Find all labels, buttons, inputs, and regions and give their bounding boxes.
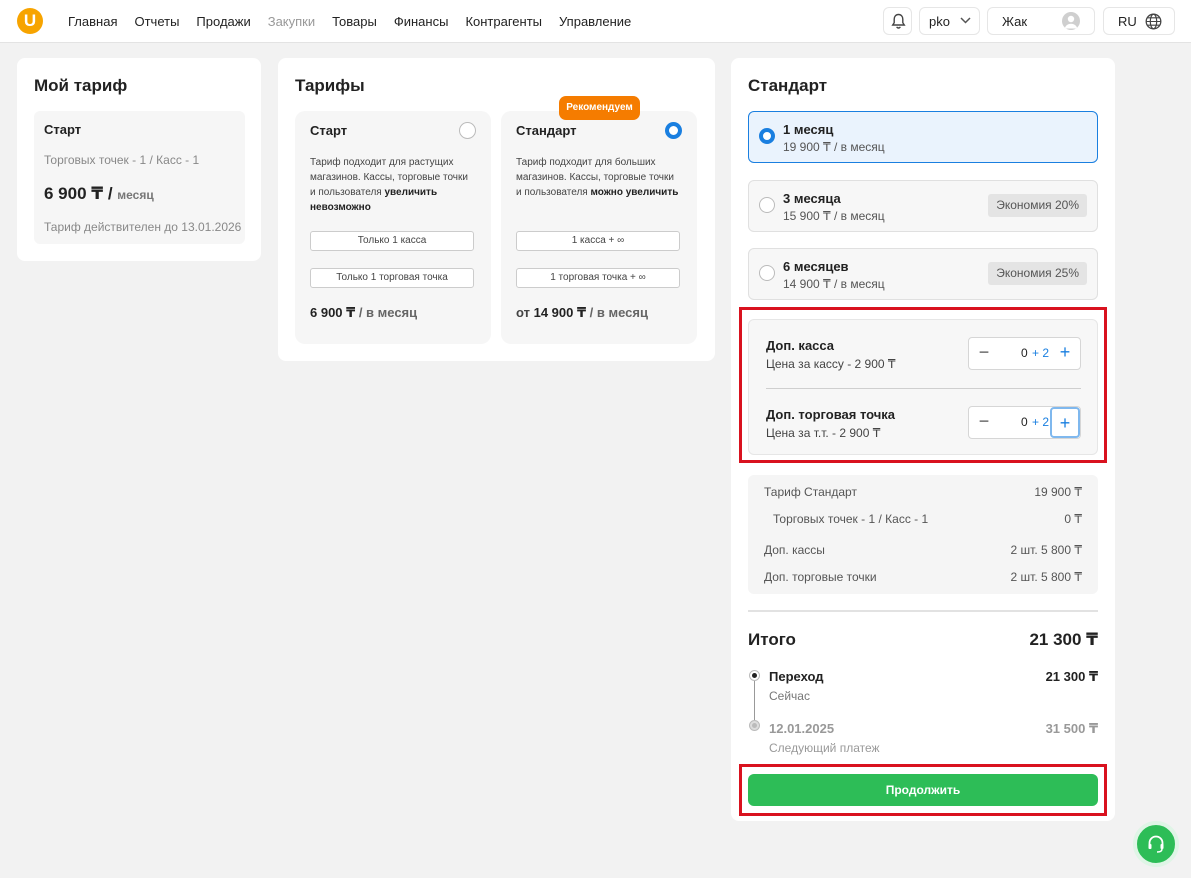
decrement-button[interactable]: − <box>969 338 999 369</box>
nav-item-finance[interactable]: Финансы <box>394 14 449 29</box>
tariff-option-start[interactable]: Старт Тариф подходит для растущих магази… <box>295 111 491 344</box>
tariff-radio-standard[interactable] <box>665 122 682 139</box>
addon-title: Доп. торговая точка <box>766 407 896 422</box>
addon-price: Цена за т.т. - 2 900 ₸ <box>766 426 881 440</box>
user-menu[interactable]: Жак <box>987 7 1095 35</box>
nav-item-sales[interactable]: Продажи <box>196 14 250 29</box>
current-tariff-box: Старт Торговых точек - 1 / Касс - 1 6 90… <box>34 111 245 244</box>
stepper-delta: + 2 <box>1032 346 1050 360</box>
period-option-1-month[interactable]: 1 месяц 19 900 ₸ / в месяц <box>748 111 1098 163</box>
current-tariff-valid-until: Тариф действителен до 13.01.2026 <box>44 220 242 234</box>
language-code: RU <box>1118 14 1137 29</box>
summary-row: Тариф Стандарт 19 900 ₸ <box>764 485 1082 499</box>
timeline-dot-active <box>749 670 760 681</box>
my-tariff-card: Мой тариф Старт Торговых точек - 1 / Кас… <box>17 58 261 261</box>
summary-row: Доп. торговые точки 2 шт. 5 800 ₸ <box>764 570 1082 584</box>
headset-icon <box>1148 835 1164 853</box>
current-tariff-points: Торговых точек - 1 / Касс - 1 <box>44 153 200 167</box>
decrement-button[interactable]: − <box>969 407 999 438</box>
chevron-down-icon <box>960 17 971 24</box>
bell-icon <box>891 13 906 29</box>
timeline-dot-future <box>749 720 760 731</box>
tariff-description: Тариф подходит для растущих магазинов. К… <box>310 157 468 213</box>
standard-panel: Стандарт 1 месяц 19 900 ₸ / в месяц 3 ме… <box>731 58 1115 821</box>
period-price: 14 900 ₸ / в месяц <box>783 277 885 291</box>
nav-item-purchases: Закупки <box>267 14 316 29</box>
nav-item-counterparties[interactable]: Контрагенты <box>465 14 542 29</box>
nav-item-products[interactable]: Товары <box>332 14 377 29</box>
increment-button[interactable]: + <box>1050 407 1080 438</box>
tariffs-title: Тарифы <box>295 76 365 95</box>
summary-row: Торговых точек - 1 / Касс - 10 ₸ <box>773 512 1082 526</box>
total-row: Итого 21 300 ₸ <box>748 630 1098 650</box>
timeline-subtitle: Следующий платеж <box>769 741 880 755</box>
tariff-feature-chip: Только 1 касса <box>310 231 474 251</box>
stepper-value: 0 <box>1021 415 1028 429</box>
store-quantity-stepper: − 0 + 2 + <box>968 406 1081 439</box>
discount-badge: Экономия 20% <box>988 194 1087 217</box>
period-title: 1 месяц <box>783 122 834 137</box>
language-select[interactable]: RU <box>1103 7 1175 35</box>
divider <box>748 610 1098 612</box>
timeline-amount: 21 300 ₸ <box>1045 669 1098 684</box>
user-avatar-icon <box>1062 12 1080 30</box>
stepper-value: 0 <box>1021 346 1028 360</box>
current-tariff-name: Старт <box>44 122 82 137</box>
tariff-feature-chip: Только 1 торговая точка <box>310 268 474 288</box>
addon-price: Цена за кассу - 2 900 ₸ <box>766 357 896 371</box>
main-nav: Главная Отчеты Продажи Закупки Товары Фи… <box>68 14 648 29</box>
addons-box: Доп. касса Цена за кассу - 2 900 ₸ − 0 +… <box>748 319 1098 455</box>
divider <box>766 388 1081 389</box>
tariff-name: Стандарт <box>516 123 577 138</box>
tariffs-card: Тарифы Старт Тариф подходит для растущих… <box>278 58 715 361</box>
period-radio[interactable] <box>759 128 775 144</box>
app-logo[interactable]: U <box>17 8 43 34</box>
timeline-subtitle: Сейчас <box>769 689 810 703</box>
period-title: 6 месяцев <box>783 259 849 274</box>
tariff-radio-start[interactable] <box>459 122 476 139</box>
timeline-title: 12.01.2025 <box>769 721 835 736</box>
period-price: 15 900 ₸ / в месяц <box>783 209 885 223</box>
timeline-amount: 31 500 ₸ <box>1045 721 1098 736</box>
period-option-3-months[interactable]: 3 месяца 15 900 ₸ / в месяц Экономия 20% <box>748 180 1098 232</box>
top-bar: U Главная Отчеты Продажи Закупки Товары … <box>0 0 1191 43</box>
tariff-price: 6 900 ₸ / в месяц <box>310 305 418 320</box>
tariff-name: Старт <box>310 123 348 138</box>
addon-title: Доп. касса <box>766 338 835 353</box>
standard-title: Стандарт <box>748 76 828 95</box>
nav-item-home[interactable]: Главная <box>68 14 117 29</box>
discount-badge: Экономия 25% <box>988 262 1087 285</box>
nav-item-management[interactable]: Управление <box>559 14 631 29</box>
timeline-title: Переход <box>769 669 824 684</box>
notifications-button[interactable] <box>883 7 912 35</box>
continue-button[interactable]: Продолжить <box>748 774 1098 806</box>
tariff-description: Тариф подходит для больших магазинов. Ка… <box>516 157 679 198</box>
account-select[interactable]: pko <box>919 7 980 35</box>
support-button[interactable] <box>1133 821 1179 867</box>
account-name: pko <box>929 14 950 29</box>
nav-item-reports[interactable]: Отчеты <box>134 14 179 29</box>
period-radio[interactable] <box>759 197 775 213</box>
summary-row: Доп. кассы 2 шт. 5 800 ₸ <box>764 543 1082 557</box>
total-label: Итого <box>748 630 796 649</box>
stepper-delta: + 2 <box>1032 415 1050 429</box>
increment-button[interactable]: + <box>1050 338 1080 369</box>
tariff-option-standard[interactable]: Стандарт Тариф подходит для больших мага… <box>501 111 697 344</box>
recommended-badge: Рекомендуем <box>559 96 640 120</box>
globe-icon <box>1145 13 1162 30</box>
current-tariff-price: 6 900 ₸ / месяц <box>44 184 154 203</box>
period-price: 19 900 ₸ / в месяц <box>783 140 885 154</box>
period-option-6-months[interactable]: 6 месяцев 14 900 ₸ / в месяц Экономия 25… <box>748 248 1098 300</box>
period-radio[interactable] <box>759 265 775 281</box>
timeline-line <box>754 681 755 720</box>
period-title: 3 месяца <box>783 191 841 206</box>
user-name: Жак <box>1002 14 1028 29</box>
tariff-feature-chip: 1 торговая точка + ∞ <box>516 268 680 288</box>
register-quantity-stepper: − 0 + 2 + <box>968 337 1081 370</box>
my-tariff-title: Мой тариф <box>34 76 128 95</box>
tariff-price: от 14 900 ₸ / в месяц <box>516 305 648 320</box>
tariff-feature-chip: 1 касса + ∞ <box>516 231 680 251</box>
total-value: 21 300 ₸ <box>1029 630 1098 649</box>
order-summary: Тариф Стандарт 19 900 ₸ Торговых точек - … <box>748 475 1098 594</box>
